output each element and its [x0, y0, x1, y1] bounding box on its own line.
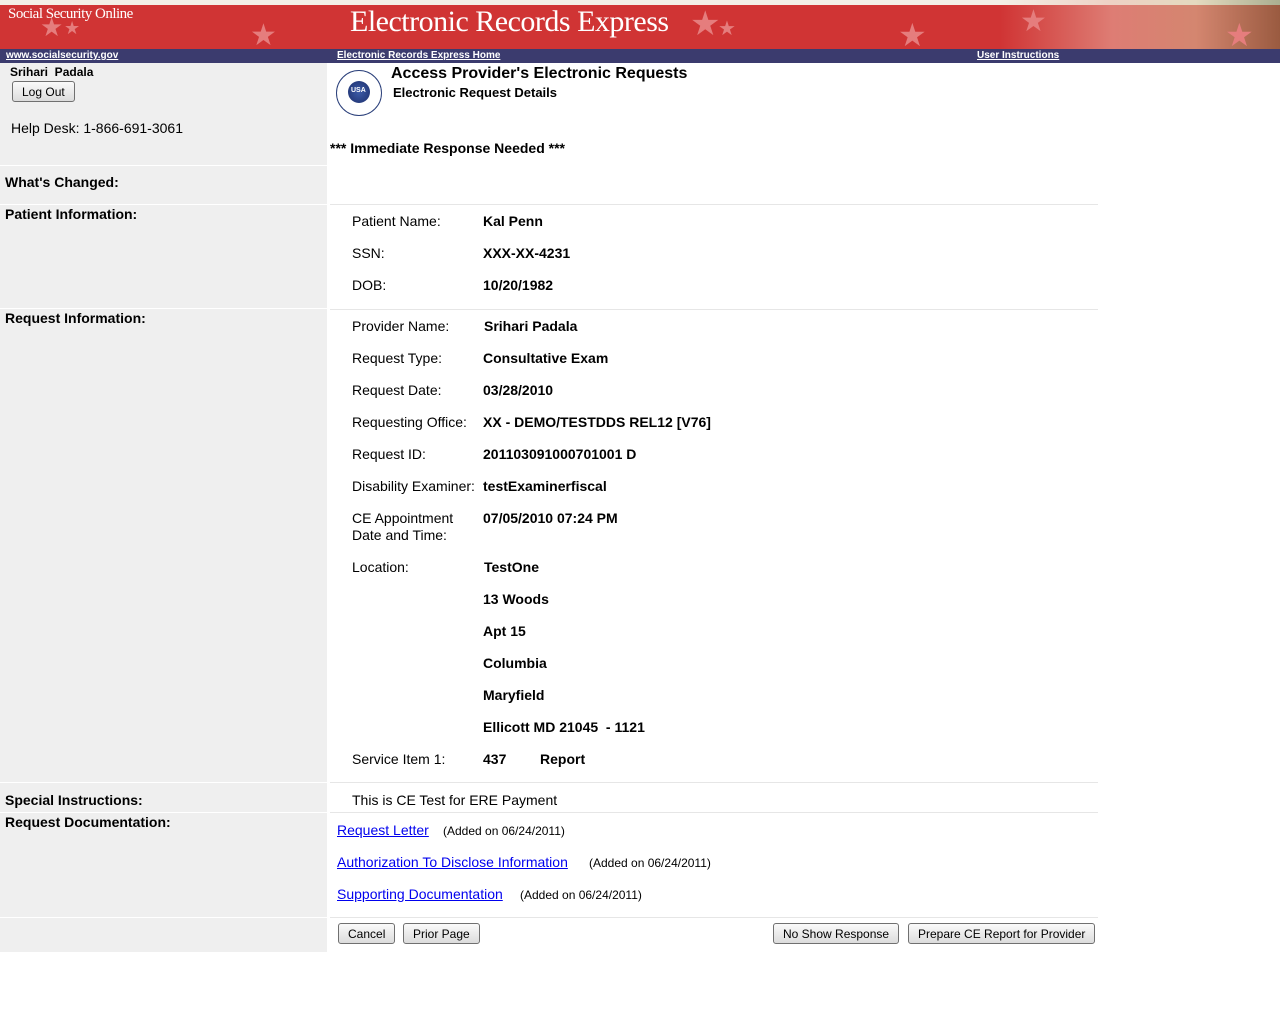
location-label: Location: — [352, 559, 409, 575]
location-line: Ellicott MD 21045 - 1121 — [483, 719, 645, 735]
ssn-value: XXX-XX-4231 — [483, 245, 571, 261]
ssn-label: SSN: — [352, 245, 385, 261]
star-icon: ★ — [250, 19, 277, 49]
ssa-seal-logo: USA — [336, 70, 382, 116]
immediate-response-alert: *** Immediate Response Needed *** — [330, 140, 565, 156]
left-separator — [0, 165, 327, 166]
dob-label: DOB: — [352, 277, 387, 293]
socialsecurity-home-link[interactable]: www.socialsecurity.gov — [6, 50, 118, 61]
patient-info-label: Patient Information: — [5, 206, 138, 222]
location-line: Maryfield — [483, 687, 545, 703]
star-icon: ★ — [898, 17, 927, 49]
star-icon: ★ — [690, 5, 721, 43]
content-separator — [330, 812, 1098, 813]
special-instructions-text: This is CE Test for ERE Payment — [352, 792, 558, 808]
user-instructions-link[interactable]: User Instructions — [977, 50, 1059, 61]
content-separator — [330, 204, 1098, 205]
location-line: Columbia — [483, 655, 547, 671]
app-title: Electronic Records Express — [350, 5, 669, 38]
header-banner: ★ ★ ★ ★ ★ ★ ★ ★ Social Security Online E… — [0, 0, 1280, 49]
star-icon: ★ — [1225, 17, 1254, 49]
document-added-date: (Added on 06/24/2011) — [520, 888, 642, 902]
patient-name-label: Patient Name: — [352, 213, 441, 229]
nav-bar: www.socialsecurity.gov Electronic Record… — [0, 49, 1280, 63]
service-item-code: 437 — [483, 751, 507, 767]
whats-changed-label: What's Changed: — [5, 174, 119, 190]
document-added-date: (Added on 06/24/2011) — [589, 856, 711, 870]
service-item-label: Service Item 1: — [352, 751, 446, 767]
prepare-ce-report-button[interactable]: Prepare CE Report for Provider — [908, 923, 1096, 944]
authorization-disclose-link[interactable]: Authorization To Disclose Information — [337, 854, 568, 870]
requesting-office-value: XX - DEMO/TESTDDS REL12 [V76] — [483, 414, 711, 430]
request-type-value: Consultative Exam — [483, 350, 609, 366]
left-separator — [0, 204, 327, 205]
ce-appointment-label-line2: Date and Time: — [352, 527, 447, 543]
prior-page-button[interactable]: Prior Page — [403, 923, 480, 944]
location-line: TestOne — [484, 559, 539, 575]
request-id-value: 201103091000701001 D — [483, 446, 637, 462]
request-documentation-label: Request Documentation: — [5, 814, 171, 830]
content-separator — [330, 782, 1098, 783]
request-letter-link[interactable]: Request Letter — [337, 822, 429, 838]
left-separator — [0, 917, 327, 918]
left-separator — [0, 308, 327, 309]
location-line: 13 Woods — [483, 591, 549, 607]
star-icon: ★ — [1020, 5, 1047, 38]
provider-name-label: Provider Name: — [352, 318, 450, 334]
document-added-date: (Added on 06/24/2011) — [443, 824, 565, 838]
page-subtitle: Electronic Request Details — [393, 85, 557, 100]
ere-home-link[interactable]: Electronic Records Express Home — [337, 50, 500, 61]
content-separator — [330, 917, 1098, 918]
request-id-label: Request ID: — [352, 446, 426, 462]
ce-appointment-label: CE Appointment — [352, 510, 454, 526]
star-icon: ★ — [718, 18, 736, 40]
content-separator — [330, 309, 1098, 310]
disability-examiner-label: Disability Examiner: — [352, 478, 475, 494]
service-item-name: Report — [540, 751, 586, 767]
left-separator — [0, 812, 327, 813]
request-date-label: Request Date: — [352, 382, 442, 398]
requesting-office-label: Requesting Office: — [352, 414, 467, 430]
request-type-label: Request Type: — [352, 350, 443, 366]
dob-value: 10/20/1982 — [483, 277, 554, 293]
provider-name-value: Srihari Padala — [484, 318, 578, 334]
request-info-label: Request Information: — [5, 310, 146, 326]
disability-examiner-value: testExaminerfiscal — [483, 478, 607, 494]
cancel-button[interactable]: Cancel — [338, 923, 396, 944]
request-date-value: 03/28/2010 — [483, 382, 554, 398]
special-instructions-label: Special Instructions: — [5, 792, 143, 808]
help-desk: Help Desk: 1-866-691-3061 — [11, 120, 183, 136]
location-line: Apt 15 — [483, 623, 526, 639]
no-show-response-button[interactable]: No Show Response — [773, 923, 900, 944]
ce-appointment-value: 07/05/2010 07:24 PM — [483, 510, 618, 526]
patient-name-value: Kal Penn — [483, 213, 543, 229]
user-name: Srihari Padala — [10, 65, 94, 79]
logout-button[interactable]: Log Out — [12, 81, 75, 102]
left-separator — [0, 782, 327, 783]
supporting-documentation-link[interactable]: Supporting Documentation — [337, 886, 503, 902]
page-title: Access Provider's Electronic Requests — [391, 65, 688, 82]
site-name: Social Security Online — [8, 6, 133, 22]
